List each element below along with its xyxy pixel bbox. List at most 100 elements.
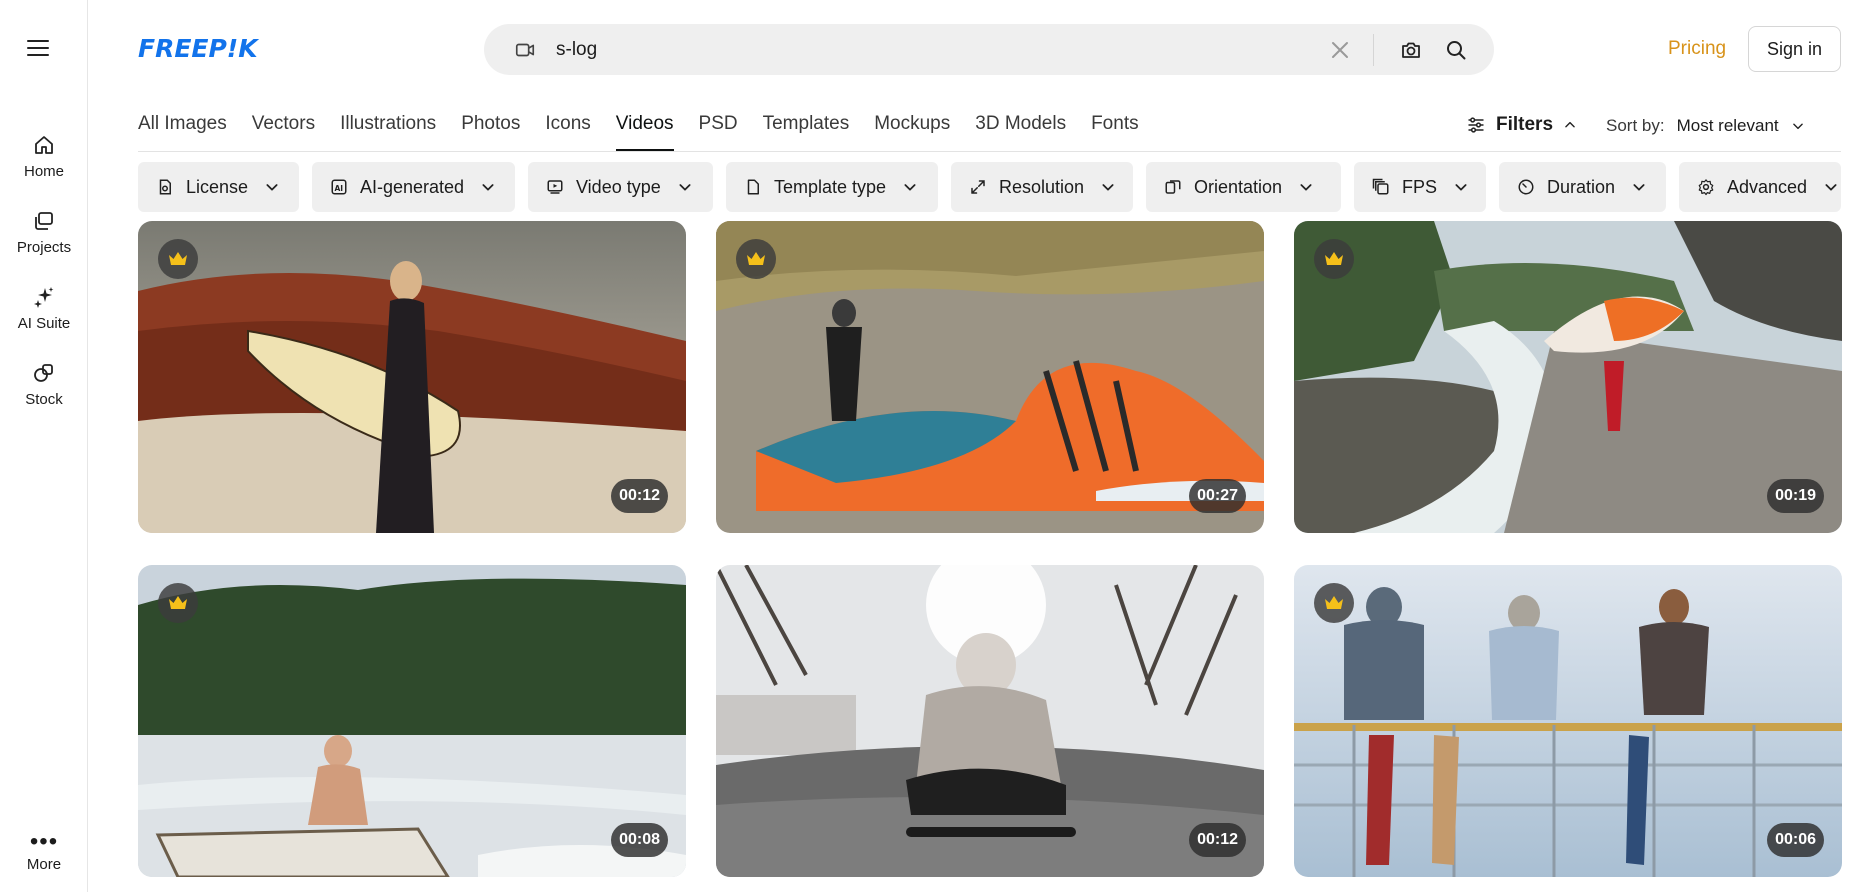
crown-icon xyxy=(1325,252,1343,265)
rail-item-label: Home xyxy=(23,163,64,180)
duration-badge: 00:12 xyxy=(611,479,668,513)
crown-icon xyxy=(169,252,187,265)
left-rail: Home Projects AI Suite Stock ••• More xyxy=(0,0,88,892)
chevron-down-icon xyxy=(1298,179,1314,195)
home-icon xyxy=(35,136,53,154)
chip-duration[interactable]: Duration xyxy=(1499,162,1666,212)
chevron-down-icon xyxy=(677,179,693,195)
tabs-divider xyxy=(138,151,1841,152)
rail-item-projects[interactable]: Projects xyxy=(0,209,88,256)
premium-crown-badge xyxy=(1314,239,1354,279)
chip-label: Resolution xyxy=(999,176,1085,197)
resolution-icon xyxy=(969,178,987,196)
video-card[interactable]: 00:06 xyxy=(1294,565,1842,877)
duration-badge: 00:27 xyxy=(1189,479,1246,513)
chevron-down-icon xyxy=(1631,179,1647,195)
pricing-link[interactable]: Pricing xyxy=(1668,38,1726,60)
chip-ai-generated[interactable]: AI AI-generated xyxy=(312,162,515,212)
video-thumbnail xyxy=(716,565,1264,877)
search-icon[interactable] xyxy=(1444,38,1468,62)
tab-icons[interactable]: Icons xyxy=(545,112,590,152)
tab-templates[interactable]: Templates xyxy=(763,112,850,152)
sparkles-icon xyxy=(34,287,54,308)
svg-text:AI: AI xyxy=(335,184,344,193)
search-input[interactable] xyxy=(556,36,1256,64)
camera-search-icon[interactable] xyxy=(1399,38,1423,62)
video-icon[interactable] xyxy=(514,39,536,61)
chip-orientation[interactable]: Orientation xyxy=(1146,162,1341,212)
video-card[interactable]: 00:08 xyxy=(138,565,686,877)
premium-crown-badge xyxy=(158,583,198,623)
template-icon xyxy=(744,178,762,196)
tab-all-images[interactable]: All Images xyxy=(138,112,227,152)
chip-label: Template type xyxy=(774,176,887,197)
chevron-up-icon xyxy=(1565,121,1575,128)
search-bar xyxy=(484,24,1494,75)
logo-text: FREEP!K xyxy=(138,33,258,63)
chip-fps[interactable]: FPS xyxy=(1354,162,1486,212)
chip-advanced[interactable]: Advanced xyxy=(1679,162,1841,212)
filters-label: Filters xyxy=(1496,114,1554,135)
tab-fonts[interactable]: Fonts xyxy=(1091,112,1139,152)
video-card[interactable]: 00:27 xyxy=(716,221,1264,533)
chip-label: FPS xyxy=(1402,176,1438,197)
duration-icon xyxy=(1517,178,1535,196)
rail-more[interactable]: ••• More xyxy=(0,828,88,874)
chevron-down-icon xyxy=(902,179,918,195)
video-card[interactable]: 00:12 xyxy=(716,565,1264,877)
duration-badge: 00:06 xyxy=(1767,823,1824,857)
hamburger-menu-icon[interactable] xyxy=(26,36,50,60)
chip-template-type[interactable]: Template type xyxy=(726,162,938,212)
chip-label: Orientation xyxy=(1194,176,1283,197)
crown-icon xyxy=(747,252,765,265)
freepik-logo[interactable]: FREEP!K xyxy=(138,33,258,63)
premium-crown-badge xyxy=(1314,583,1354,623)
license-icon xyxy=(156,178,174,196)
tab-photos[interactable]: Photos xyxy=(461,112,520,152)
tab-3d-models[interactable]: 3D Models xyxy=(975,112,1066,152)
video-card[interactable]: 00:19 xyxy=(1294,221,1842,533)
rail-item-home[interactable]: Home xyxy=(0,133,88,180)
rail-item-ai-suite[interactable]: AI Suite xyxy=(0,285,88,332)
tab-mockups[interactable]: Mockups xyxy=(874,112,950,152)
chevron-down-icon xyxy=(1100,179,1116,195)
duration-badge: 00:08 xyxy=(611,823,668,857)
filters-toggle-button[interactable]: Filters xyxy=(1466,114,1577,136)
video-thumbnail xyxy=(138,565,686,877)
sort-value: Most relevant xyxy=(1676,116,1779,135)
rail-item-stock[interactable]: Stock xyxy=(0,361,88,408)
rail-item-label: AI Suite xyxy=(17,315,71,332)
video-card[interactable]: 00:12 xyxy=(138,221,686,533)
chevron-down-icon xyxy=(480,179,496,195)
more-dots-icon: ••• xyxy=(29,828,59,855)
chip-video-type[interactable]: Video type xyxy=(528,162,713,212)
stock-icon xyxy=(34,364,53,382)
chip-license[interactable]: License xyxy=(138,162,299,212)
fps-icon xyxy=(1372,178,1390,196)
video-thumbnail xyxy=(1294,565,1842,877)
tab-illustrations[interactable]: Illustrations xyxy=(340,112,436,152)
sort-dropdown[interactable]: Sort by: Most relevant xyxy=(1606,116,1805,136)
sort-label: Sort by: xyxy=(1606,116,1665,135)
clear-search-icon[interactable] xyxy=(1328,38,1352,62)
tab-vectors[interactable]: Vectors xyxy=(252,112,315,152)
crown-icon xyxy=(1325,596,1343,609)
ai-icon: AI xyxy=(330,178,348,196)
tab-psd[interactable]: PSD xyxy=(699,112,738,152)
category-tabs: All Images Vectors Illustrations Photos … xyxy=(138,112,1164,152)
chip-label: Video type xyxy=(576,176,661,197)
rail-item-label: More xyxy=(26,856,62,873)
rail-item-label: Projects xyxy=(16,239,72,256)
duration-badge: 00:19 xyxy=(1767,479,1824,513)
chip-label: AI-generated xyxy=(360,176,465,197)
tab-videos[interactable]: Videos xyxy=(615,112,674,152)
chevron-down-icon xyxy=(1792,123,1803,130)
sign-in-button[interactable]: Sign in xyxy=(1748,26,1841,72)
rail-item-label: Stock xyxy=(25,391,63,408)
chip-label: Duration xyxy=(1547,176,1616,197)
video-thumbnail xyxy=(1294,221,1842,533)
chip-resolution[interactable]: Resolution xyxy=(951,162,1133,212)
sliders-icon xyxy=(1468,117,1484,133)
gear-icon xyxy=(1697,178,1715,196)
video-thumbnail xyxy=(138,221,686,533)
